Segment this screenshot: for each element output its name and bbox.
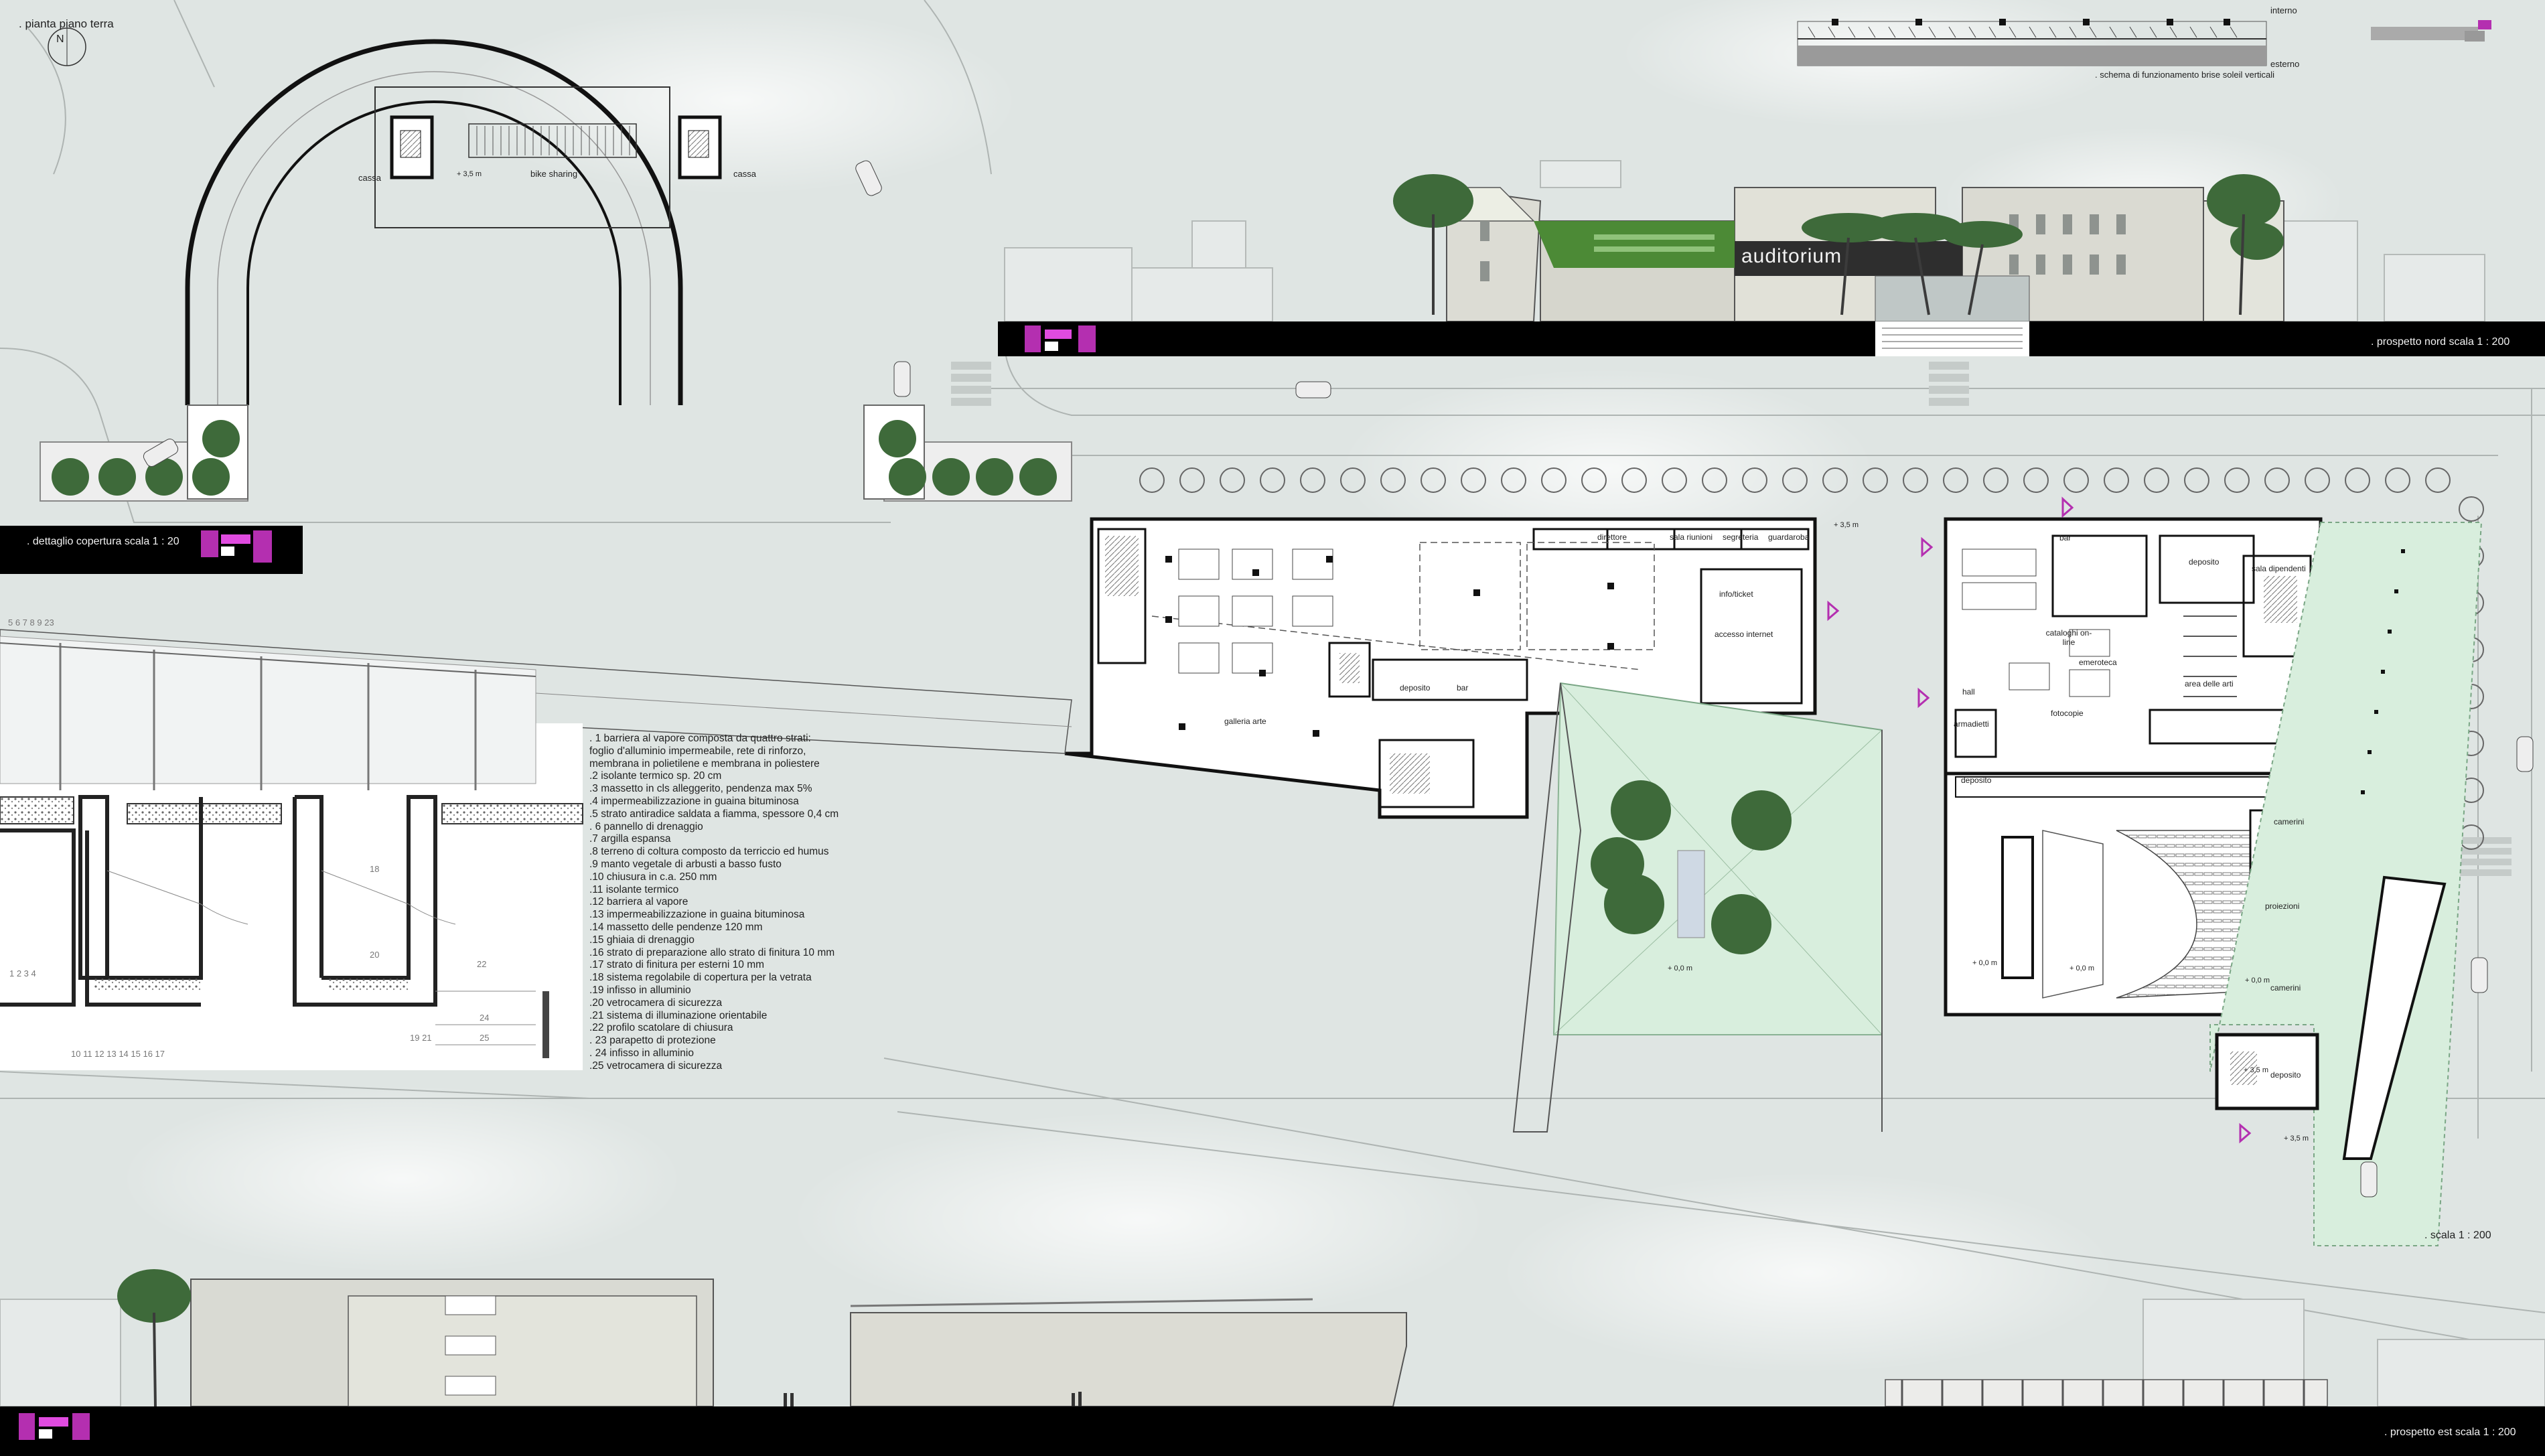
level-aud-c: + 0,0 m [2245, 976, 2270, 985]
detail-number-25: 25 [480, 1033, 490, 1043]
legend-item: .10 chiusura in c.a. 250 mm [589, 871, 717, 883]
room-galleria-arte: galleria arte [1224, 717, 1266, 726]
room-fotocopie: fotocopie [2051, 709, 2084, 718]
legend-item: .11 isolante termico [589, 883, 679, 895]
roof-detail [0, 636, 583, 1070]
legend-item: . 23 parapetto di protezione [589, 1035, 716, 1047]
room-deposito-aud: deposito [1961, 776, 1992, 785]
roof-detail-legend: . 1 barriera al vapore composta da quatt… [589, 733, 871, 1073]
north-elevation-scale: . prospetto nord scala 1 : 200 [2371, 336, 2510, 348]
legend-item: .14 massetto delle pendenze 120 mm [589, 921, 763, 933]
legend-item: .12 barriera al vapore [589, 896, 688, 908]
legend-item: .9 manto vegetale di arbusti a basso fus… [589, 858, 782, 870]
legend-item: .25 vetrocamera di sicurezza [589, 1060, 723, 1072]
room-guardaroba: guardaroba [1768, 532, 1810, 542]
room-bar-west: bar [1457, 683, 1469, 693]
legend-item: membrana in polietilene e membrana in po… [589, 757, 820, 770]
legend-item: .7 argilla espansa [589, 833, 671, 845]
legend-item: .13 impermeabilizzazione in guaina bitum… [589, 909, 805, 921]
room-camerini-top: camerini [2274, 817, 2305, 826]
architecture-board: . pianta piano terra N interno esterno .… [0, 0, 2545, 1456]
roof-detail-scale: . dettaglio copertura scala 1 : 20 [27, 536, 179, 547]
room-direttore: direttore [1597, 532, 1627, 542]
north-arrow-label: N [56, 33, 64, 45]
legend-item: foglio d'alluminio impermeabile, rete di… [589, 745, 806, 757]
room-armadietti: armadietti [1954, 719, 1989, 729]
room-deposito-west: deposito [1400, 683, 1431, 693]
schema-caption: . schema di funzionamento brise soleil v… [2095, 70, 2275, 80]
legend-item: .5 strato antiradice saldata a fiamma, s… [589, 808, 839, 820]
legend-item: . 6 pannello di drenaggio [589, 820, 703, 832]
plan-scale: . scala 1 : 200 [2424, 1230, 2491, 1241]
schema-exterior-label: esterno [2270, 59, 2300, 69]
room-proiezioni: proiezioni [2265, 901, 2300, 911]
room-cataloghi: cataloghi on-line [2045, 628, 2092, 647]
detail-number-19-21: 19 21 [410, 1033, 432, 1043]
legend-item: .16 strato di preparazione allo strato d… [589, 946, 835, 958]
room-deposito-se: deposito [2270, 1070, 2301, 1080]
level-aud-b: + 0,0 m [2069, 964, 2094, 972]
legend-item: . 1 barriera al vapore composta da quatt… [589, 733, 811, 744]
legend-item: .18 sistema regolabile di copertura per … [589, 972, 812, 984]
room-emeroteca: emeroteca [2079, 658, 2117, 667]
level-south-b: + 3,5 m [2244, 1066, 2268, 1074]
level-court: + 0,0 m [1668, 964, 1692, 972]
legend-item: .22 profilo scatolare di chiusura [589, 1022, 733, 1034]
bike-sharing-label: bike sharing [530, 169, 578, 179]
detail-number-22: 22 [477, 959, 487, 969]
room-accesso-internet: accesso internet [1715, 630, 1773, 639]
level-entrance: + 3,5 m [1834, 521, 1859, 529]
drawing-canvas [0, 0, 2545, 1456]
legend-item: .19 infisso in alluminio [589, 984, 691, 996]
legend-item: .21 sistema di illuminazione orientabile [589, 1009, 768, 1021]
legend-item: .8 terreno di coltura composto da terric… [589, 846, 829, 858]
legend-item: .3 massetto in cls alleggerito, pendenza… [589, 783, 812, 795]
detail-number-18: 18 [370, 864, 380, 874]
legend-item: . 24 infisso in alluminio [589, 1047, 694, 1059]
legend-item: .17 strato di finitura per esterni 10 mm [589, 959, 765, 971]
ground-floor-plan-title: . pianta piano terra [19, 17, 114, 30]
room-hall: hall [1962, 687, 1975, 697]
detail-numbers-bottom: 10 11 12 13 14 15 16 17 [71, 1049, 165, 1059]
auditorium-sign: auditorium [1741, 245, 1842, 267]
cassa-left-label: cassa [358, 173, 381, 183]
room-info-ticket: info/ticket [1719, 589, 1753, 599]
room-bar-east: bar [2059, 533, 2071, 542]
cassa-right-label: cassa [733, 169, 756, 179]
detail-numbers-left: 1 2 3 4 [9, 968, 36, 978]
legend-item: .2 isolante termico sp. 20 cm [589, 770, 722, 782]
detail-numbers-top: 5 6 7 8 9 23 [8, 617, 54, 628]
room-area-arti: area delle arti [2185, 679, 2234, 688]
level-aud-a: + 0,0 m [1972, 959, 1997, 967]
room-sala-dipendenti: sala dipendenti [2252, 564, 2306, 573]
legend-item: .15 ghiaia di drenaggio [589, 934, 695, 946]
detail-number-24: 24 [480, 1013, 490, 1023]
legend-item: .4 impermeabilizzazione in guaina bitumi… [589, 795, 799, 807]
level-south-c: + 3,5 m [2284, 1135, 2309, 1143]
pavilion-level: + 3,5 m [457, 170, 482, 178]
room-segreteria: segreteria [1723, 532, 1759, 542]
detail-number-20: 20 [370, 950, 380, 960]
east-elevation-scale: . prospetto est scala 1 : 200 [2384, 1427, 2516, 1438]
room-sala-riunioni: sala riunioni [1670, 532, 1713, 542]
room-camerini-bottom: camerini [2270, 983, 2301, 993]
schema-interior-label: interno [2270, 5, 2297, 15]
legend-item: .20 vetrocamera di sicurezza [589, 997, 723, 1009]
room-deposito-ne: deposito [2189, 557, 2220, 567]
